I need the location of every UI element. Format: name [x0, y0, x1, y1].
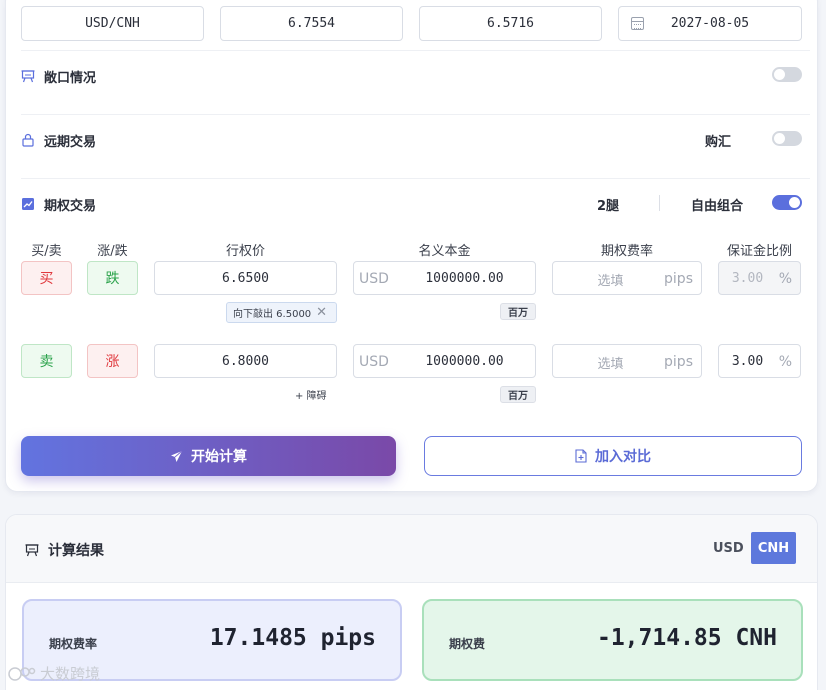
presentation-icon: [25, 543, 39, 557]
leg-1-notional-currency: USD: [359, 271, 389, 287]
rate-2-value: 6.5716: [487, 16, 534, 31]
leg-2-add-barrier-link[interactable]: + 障碍: [295, 387, 327, 402]
results-card: 计算结果 USD CNH 期权费率 17.1485 pips 期权费 -1,71…: [5, 514, 818, 690]
rate-field-2[interactable]: 6.5716: [419, 6, 602, 41]
legs-count-label: 2腿: [597, 199, 620, 214]
watermark-text: 大数跨境: [40, 665, 101, 683]
leg-2-margin-unit: %: [778, 354, 792, 370]
forward-toggle[interactable]: [772, 131, 802, 146]
exposure-title: 敞口情况: [44, 70, 97, 86]
premium-result-value: -1,714.85 CNH: [596, 625, 777, 651]
presentation-icon: [21, 69, 35, 83]
leg-2-margin-input[interactable]: 3.00 %: [718, 344, 801, 378]
date-value: 2027-08-05: [670, 16, 750, 31]
leg-1-strike-value: 6.6500: [222, 271, 269, 286]
exposure-section-header: 敞口情况: [21, 64, 802, 88]
premium-result: 期权费 -1,714.85 CNH: [422, 599, 803, 681]
start-calculation-button[interactable]: 开始计算: [21, 436, 396, 476]
col-header-side: 买/卖: [31, 244, 62, 259]
col-header-margin-ratio: 保证金比例: [726, 244, 792, 259]
rate-1-value: 6.7554: [288, 16, 335, 31]
toggle-knob: [789, 197, 800, 208]
col-header-direction: 涨/跌: [97, 244, 128, 259]
forward-title: 远期交易: [44, 134, 97, 150]
toggle-knob: [774, 133, 785, 144]
leg-1-notional-unit-badge[interactable]: 百万: [500, 303, 536, 320]
currency-pair-value: USD/CNH: [85, 16, 140, 31]
leg-2-side-sell-button[interactable]: 卖: [21, 344, 72, 378]
date-picker[interactable]: 2027-08-05: [618, 6, 802, 41]
divider: [21, 114, 810, 115]
close-icon[interactable]: ✕: [316, 305, 327, 320]
leg-1-side-label: 买: [39, 271, 54, 287]
leg-2-strike-value: 6.8000: [222, 354, 269, 369]
calendar-icon: [631, 17, 644, 30]
leg-1-notional-unit: 百万: [508, 308, 528, 319]
leg-1-premium-rate-input[interactable]: 选填 pips: [552, 261, 702, 295]
currency-cnh-tab[interactable]: CNH: [751, 532, 796, 564]
trend-chart-icon: [21, 197, 35, 211]
results-title: 计算结果: [25, 540, 104, 560]
currency-usd-tab[interactable]: USD: [713, 541, 744, 556]
leg-2-notional-currency: USD: [359, 354, 389, 370]
currency-pair-field[interactable]: USD/CNH: [21, 6, 204, 41]
leg-1-premium-unit: pips: [664, 271, 693, 287]
leg-2-direction-up-button[interactable]: 涨: [87, 344, 138, 378]
premium-result-label: 期权费: [449, 637, 486, 651]
leg-2-notional-value: 1000000.00: [425, 354, 504, 369]
leg-1-barrier-label: 向下敲出 6.5000: [233, 309, 312, 320]
leg-1-notional-value: 1000000.00: [425, 271, 504, 286]
lock-icon: [21, 133, 35, 147]
leg-1-direction-label: 跌: [105, 271, 120, 287]
send-icon: [170, 450, 183, 463]
options-section-header: 期权交易: [21, 192, 802, 216]
rate-field-1[interactable]: 6.7554: [220, 6, 403, 41]
leg-1-notional-input[interactable]: USD 1000000.00: [353, 261, 536, 295]
exposure-toggle[interactable]: [772, 67, 802, 82]
leg-1-margin-value: 3.00: [731, 271, 764, 286]
leg-2-premium-placeholder: 选填: [597, 357, 624, 372]
col-header-notional: 名义本金: [418, 244, 471, 259]
leg-2-notional-unit: 百万: [508, 391, 528, 402]
free-combo-toggle[interactable]: [772, 195, 802, 210]
toggle-knob: [774, 69, 785, 80]
leg-2-direction-label: 涨: [105, 354, 120, 370]
leg-2-margin-value: 3.00: [731, 354, 764, 369]
leg-1-strike-input[interactable]: 6.6500: [154, 261, 337, 295]
start-calculation-label: 开始计算: [191, 449, 247, 465]
leg-1-direction-down-button[interactable]: 跌: [87, 261, 138, 295]
col-header-premium-rate: 期权费率: [600, 244, 653, 259]
watermark: 大数跨境: [8, 663, 100, 684]
premium-rate-result-label: 期权费率: [49, 637, 98, 651]
leg-1-margin-input: 3.00 %: [718, 261, 801, 295]
premium-rate-result-value: 17.1485 pips: [209, 625, 376, 651]
leg-2-notional-unit-badge[interactable]: 百万: [500, 386, 536, 403]
leg-2-strike-input[interactable]: 6.8000: [154, 344, 337, 378]
leg-2-premium-unit: pips: [664, 354, 693, 370]
add-to-compare-button[interactable]: 加入对比: [424, 436, 802, 476]
divider: [659, 195, 660, 211]
watermark-logo-icon: [8, 665, 36, 683]
results-header: 计算结果 USD CNH: [6, 515, 817, 583]
leg-1-premium-placeholder: 选填: [597, 274, 624, 289]
leg-2-side-label: 卖: [39, 354, 54, 370]
forward-section-header: 远期交易: [21, 128, 802, 152]
free-combo-label: 自由组合: [691, 199, 744, 214]
document-add-icon: [575, 449, 587, 463]
leg-1-barrier-tag[interactable]: 向下敲出 6.5000 ✕: [226, 302, 337, 323]
leg-2-notional-input[interactable]: USD 1000000.00: [353, 344, 536, 378]
options-title: 期权交易: [44, 198, 97, 214]
leg-1-margin-unit: %: [778, 271, 792, 287]
results-title-label: 计算结果: [48, 543, 104, 559]
col-header-strike: 行权价: [225, 244, 265, 259]
divider: [21, 50, 810, 51]
add-to-compare-label: 加入对比: [595, 449, 651, 465]
leg-1-side-buy-button[interactable]: 买: [21, 261, 72, 295]
divider: [21, 178, 810, 179]
forward-side-label: 购汇: [705, 135, 732, 150]
leg-2-premium-rate-input[interactable]: 选填 pips: [552, 344, 702, 378]
